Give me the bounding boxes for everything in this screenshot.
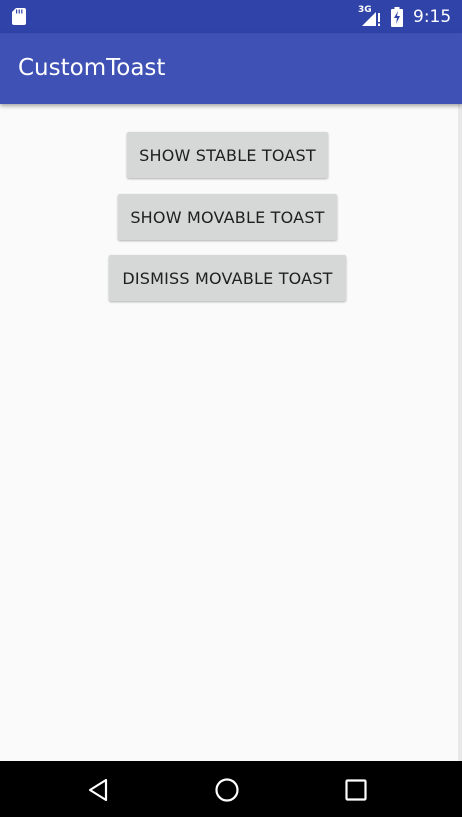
dismiss-movable-toast-button[interactable]: DISMISS MOVABLE TOAST bbox=[109, 255, 346, 301]
status-clock: 9:15 bbox=[413, 7, 452, 27]
show-stable-toast-button[interactable]: SHOW STABLE TOAST bbox=[127, 132, 328, 178]
app-screen: 3G 9:15 CustomToast SHOW STABLE TOAST SH… bbox=[0, 0, 462, 817]
app-bar: CustomToast bbox=[0, 33, 462, 104]
window-edge bbox=[458, 104, 462, 761]
home-icon[interactable] bbox=[214, 777, 240, 803]
recents-icon[interactable] bbox=[343, 777, 369, 803]
navigation-bar bbox=[0, 761, 462, 817]
signal-icon bbox=[362, 12, 380, 26]
main-content: SHOW STABLE TOAST SHOW MOVABLE TOAST DIS… bbox=[0, 104, 462, 761]
status-bar: 3G 9:15 bbox=[0, 0, 462, 33]
app-title: CustomToast bbox=[18, 55, 166, 81]
back-icon[interactable] bbox=[86, 777, 112, 803]
show-movable-toast-button[interactable]: SHOW MOVABLE TOAST bbox=[118, 194, 337, 240]
sd-card-icon bbox=[12, 8, 26, 25]
battery-charging-icon bbox=[391, 7, 403, 27]
